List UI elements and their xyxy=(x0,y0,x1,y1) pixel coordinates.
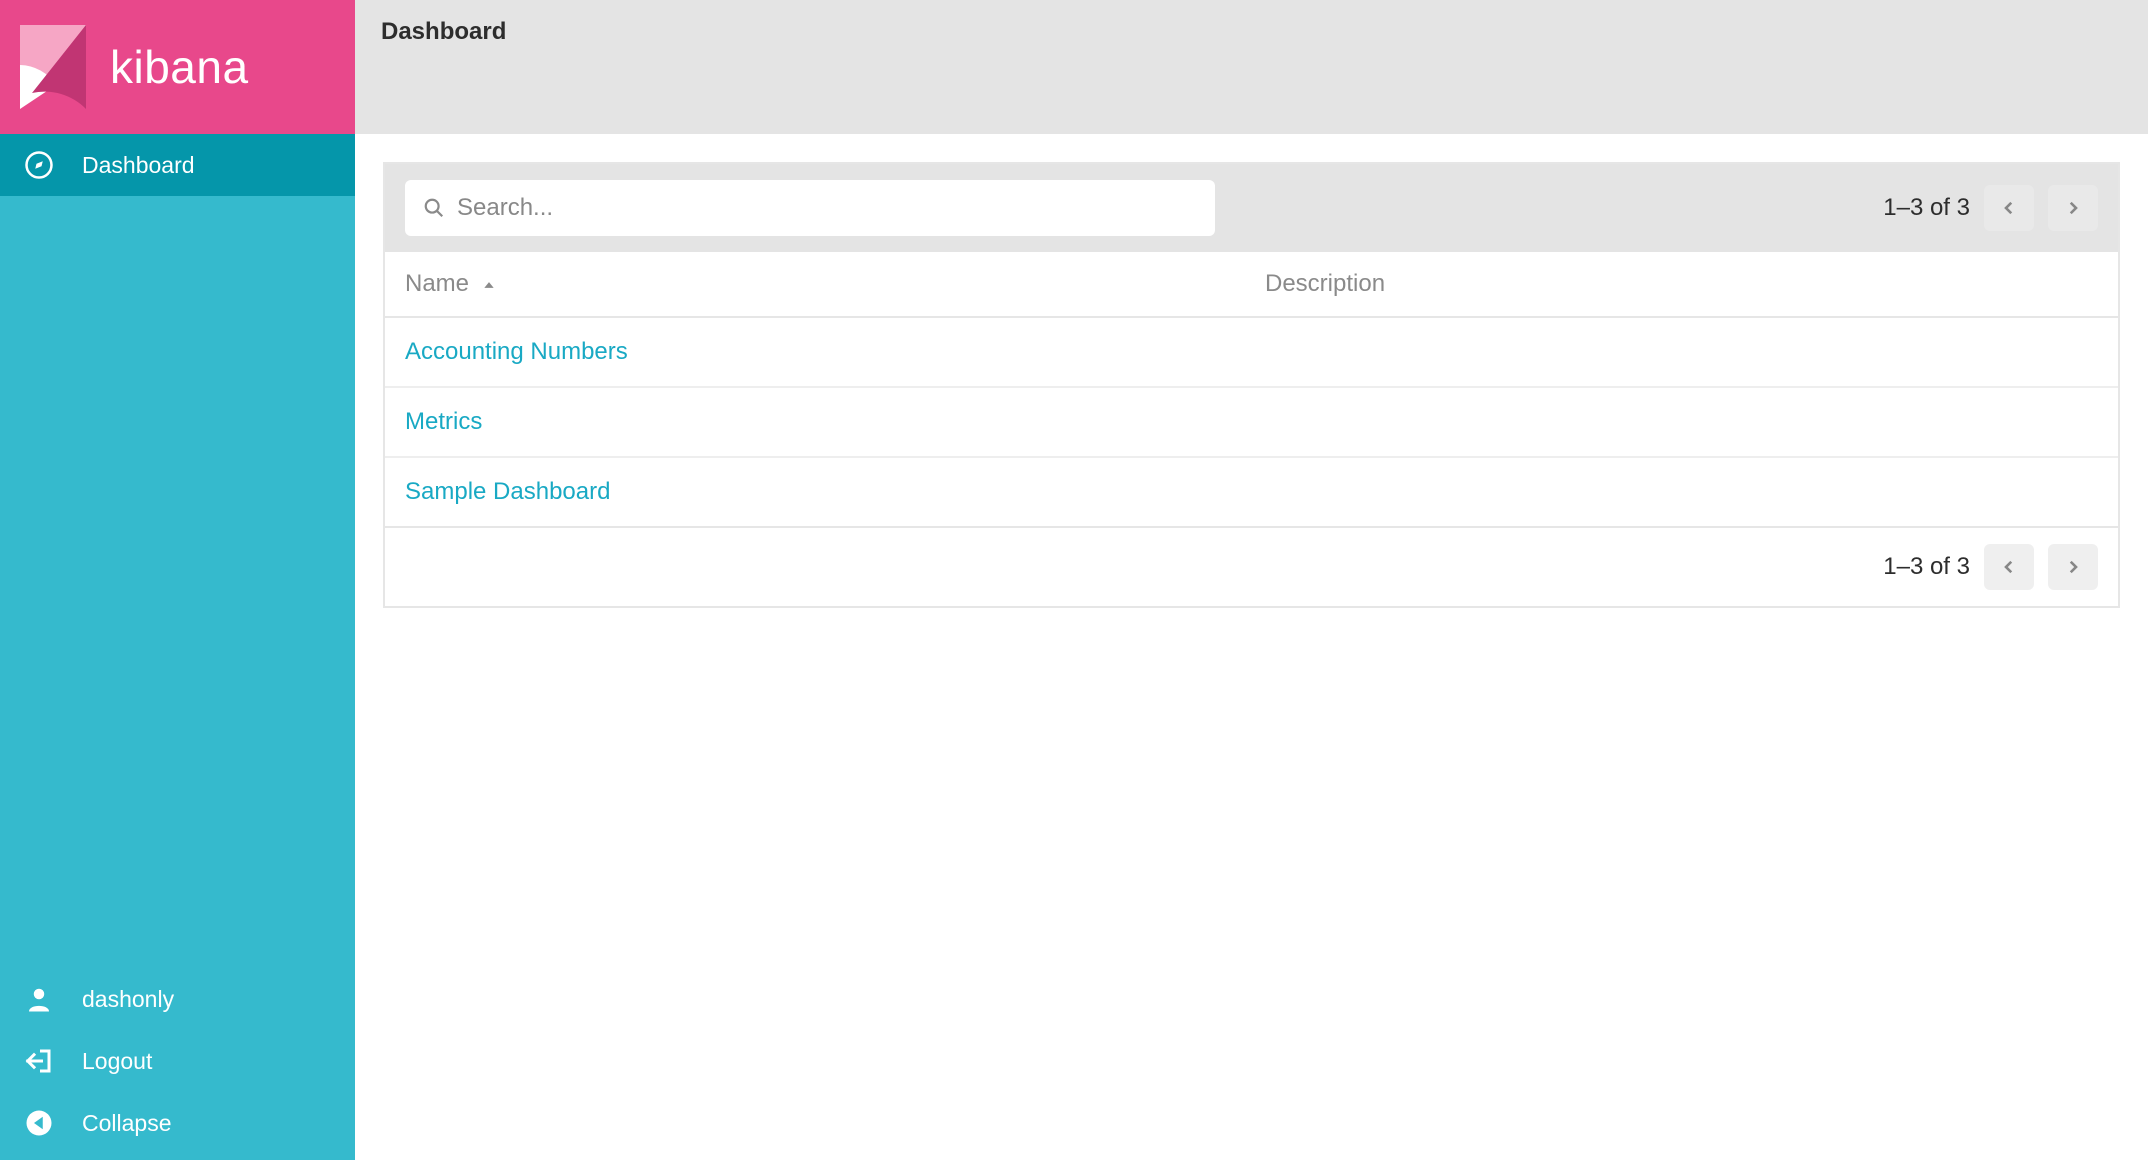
pagination-text: 1–3 of 3 xyxy=(1883,553,1970,581)
compass-icon xyxy=(24,150,54,180)
column-header-name-label: Name xyxy=(405,270,469,297)
dashboard-description xyxy=(1245,387,2118,457)
dashboard-link[interactable]: Accounting Numbers xyxy=(405,338,628,365)
dashboard-link[interactable]: Metrics xyxy=(405,408,482,435)
sidebar-item-label: Dashboard xyxy=(82,152,195,179)
pagination-bottom: 1–3 of 3 xyxy=(1883,544,2098,590)
pagination-top: 1–3 of 3 xyxy=(1883,185,2098,231)
sidebar-nav: Dashboard xyxy=(0,134,355,196)
column-header-description[interactable]: Description xyxy=(1245,252,2118,317)
dashboard-listing-panel: 1–3 of 3 Name xyxy=(383,162,2120,608)
pagination-text: 1–3 of 3 xyxy=(1883,194,1970,222)
sidebar-logout[interactable]: Logout xyxy=(0,1030,355,1092)
content: 1–3 of 3 Name xyxy=(355,134,2148,636)
sort-ascending-icon xyxy=(482,278,496,292)
sidebar-collapse-label: Collapse xyxy=(82,1110,172,1137)
dashboard-table: Name Description Accounting Numbers xyxy=(385,252,2118,526)
panel-header: 1–3 of 3 xyxy=(385,164,2118,252)
column-header-description-label: Description xyxy=(1265,270,1385,297)
page-prev-button[interactable] xyxy=(1984,544,2034,590)
table-row: Sample Dashboard xyxy=(385,457,2118,526)
collapse-icon xyxy=(24,1108,54,1138)
search-wrap xyxy=(405,180,1215,236)
table-row: Metrics xyxy=(385,387,2118,457)
kibana-logo-icon xyxy=(20,25,86,109)
sidebar-collapse[interactable]: Collapse xyxy=(0,1092,355,1154)
sidebar-user-label: dashonly xyxy=(82,986,174,1013)
panel-footer: 1–3 of 3 xyxy=(385,526,2118,606)
sidebar-footer: dashonly Logout Collapse xyxy=(0,968,355,1160)
page-prev-button[interactable] xyxy=(1984,185,2034,231)
dashboard-description xyxy=(1245,317,2118,387)
table-row: Accounting Numbers xyxy=(385,317,2118,387)
dashboard-description xyxy=(1245,457,2118,526)
dashboard-link[interactable]: Sample Dashboard xyxy=(405,478,610,505)
logout-icon xyxy=(24,1046,54,1076)
sidebar-item-dashboard[interactable]: Dashboard xyxy=(0,134,355,196)
app-name: kibana xyxy=(110,40,249,94)
search-input[interactable] xyxy=(405,180,1215,236)
page-next-button[interactable] xyxy=(2048,544,2098,590)
sidebar: kibana Dashboard dashonly xyxy=(0,0,355,1160)
search-icon xyxy=(423,197,445,219)
page-next-button[interactable] xyxy=(2048,185,2098,231)
main: Dashboard 1–3 of 3 xyxy=(355,0,2148,1160)
page-title: Dashboard xyxy=(381,18,2122,46)
topbar: Dashboard xyxy=(355,0,2148,134)
sidebar-user[interactable]: dashonly xyxy=(0,968,355,1030)
user-icon xyxy=(24,984,54,1014)
app-logo-block[interactable]: kibana xyxy=(0,0,355,134)
sidebar-logout-label: Logout xyxy=(82,1048,152,1075)
column-header-name[interactable]: Name xyxy=(385,252,1245,317)
